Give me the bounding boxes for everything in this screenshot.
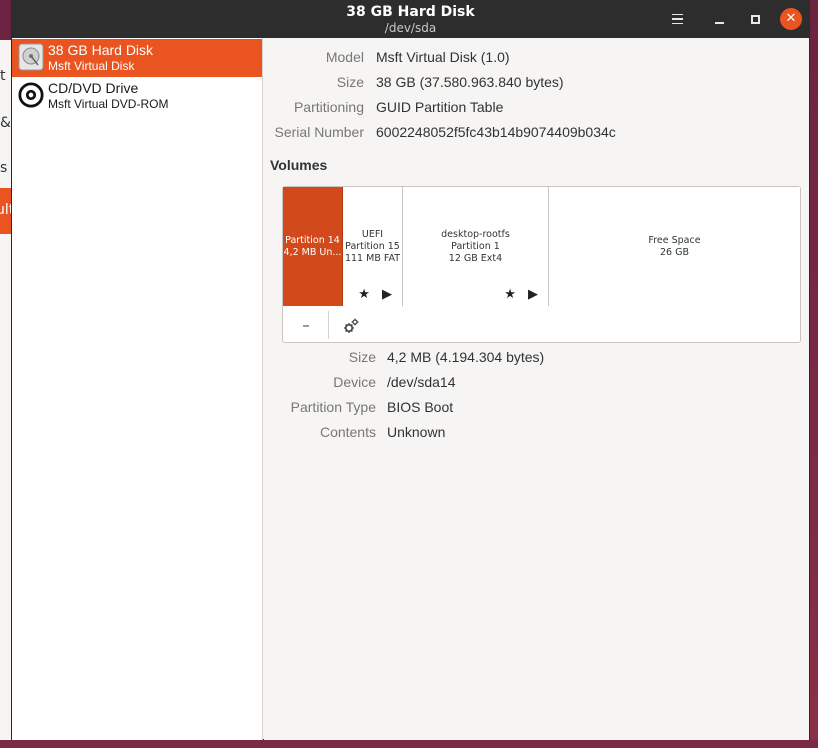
partition-label: 12 GB Ext4 [448,253,503,264]
disk-info-value: 6002248052f5fc43b14b9074409b034c [376,124,616,140]
disks-window: 38 GB Hard Disk /dev/sda ✕ 38 GB Hard Di… [11,0,810,740]
sidebar-item-cd-dvd-drive[interactable]: CD/DVD Drive Msft Virtual DVD-ROM [12,77,262,115]
partition-label: 26 GB [660,247,689,258]
partition-label: Free Space [648,235,701,246]
partition-label: Partition 15 [345,241,400,252]
desktop-background [0,740,818,748]
title-bar[interactable]: 38 GB Hard Disk /dev/sda ✕ [12,0,809,38]
volumes-heading: Volumes [270,157,328,173]
partition-label: Partition 1 [451,241,500,252]
partition-14[interactable]: Partition 14 4,2 MB Un... [283,187,343,306]
sidebar-item-hard-disk[interactable]: 38 GB Hard Disk Msft Virtual Disk [12,39,262,77]
mounted-icons: ★ ▶ [358,287,396,302]
hard-disk-icon [18,43,44,71]
disk-info-value: GUID Partition Table [376,99,504,115]
disk-model: Msft Virtual DVD-ROM [48,97,169,111]
gears-icon[interactable] [329,311,373,339]
remove-partition-button[interactable]: – [284,311,328,339]
volume-toolbar: – [283,307,800,343]
partition-info-label: Contents [319,424,376,440]
partition-label: 111 MB FAT [344,253,401,264]
volumes-panel: Partition 14 4,2 MB Un... UEFI Partition… [282,186,801,343]
disk-info-value: Msft Virtual Disk (1.0) [376,49,510,65]
partition-info-value: 4,2 MB (4.194.304 bytes) [387,349,545,365]
mounted-icons: ★ ▶ [504,287,542,302]
partition-label: 4,2 MB Un... [283,247,342,258]
partition-info-label: Size [348,349,376,365]
partition-info-label: Device [333,374,376,390]
window-title: 38 GB Hard Disk [346,4,475,20]
hamburger-icon[interactable] [666,9,688,29]
minimize-icon[interactable] [708,9,730,29]
disk-name: CD/DVD Drive [48,80,139,96]
disk-info-label: Size [336,74,364,90]
background-text-fragment: s [0,160,8,176]
partition-label: UEFI [361,229,384,240]
partition-info-value: Unknown [387,424,446,440]
maximize-icon[interactable] [744,9,766,29]
partition-label: desktop-rootfs [441,229,510,240]
close-icon[interactable]: ✕ [780,8,802,30]
disk-name: 38 GB Hard Disk [48,42,154,58]
disk-sidebar: 38 GB Hard Disk Msft Virtual Disk CD/DVD… [12,38,263,740]
partition-15-uefi[interactable]: UEFI Partition 15 111 MB FAT ★ ▶ [343,187,403,306]
partition-info-value: /dev/sda14 [387,374,456,390]
optical-disc-icon [18,82,44,108]
partition-1-rootfs[interactable]: desktop-rootfs Partition 1 12 GB Ext4 ★ … [403,187,549,306]
partition-info-value: BIOS Boot [387,399,454,415]
background-text-fragment: t [0,68,6,84]
disk-info-label: Partitioning [293,99,364,115]
disk-info-label: Serial Number [274,124,364,140]
partition-info-label: Partition Type [290,399,376,415]
disk-details: Model Msft Virtual Disk (1.0) Size 38 GB… [264,38,809,740]
disk-info-value: 38 GB (37.580.963.840 bytes) [376,74,564,90]
volume-map: Partition 14 4,2 MB Un... UEFI Partition… [283,187,800,306]
partition-label: Partition 14 [285,235,340,246]
free-space[interactable]: Free Space 26 GB [549,187,800,306]
disk-info-label: Model [325,49,364,65]
background-text-fragment: & [0,115,11,131]
window-subtitle: /dev/sda [384,21,437,35]
disk-model: Msft Virtual Disk [48,59,135,73]
